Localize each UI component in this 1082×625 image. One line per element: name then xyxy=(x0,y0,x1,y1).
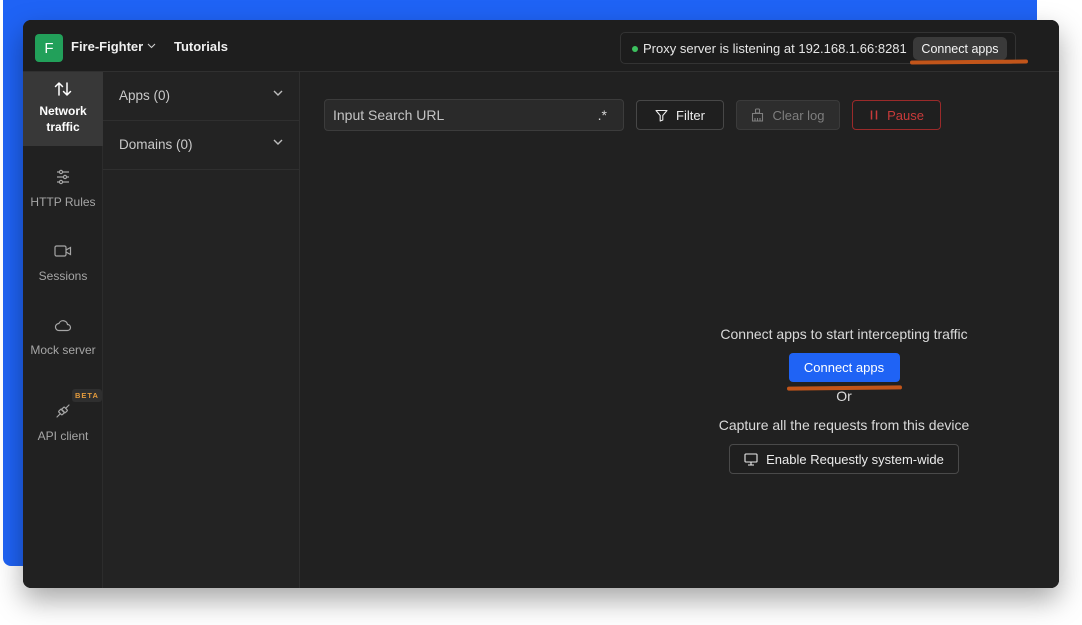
top-bar: F Fire-Fighter Tutorials Proxy server is… xyxy=(23,20,1059,72)
clear-log-button[interactable]: Clear log xyxy=(736,100,840,130)
regex-toggle-icon[interactable]: .* xyxy=(598,107,607,123)
search-url-input[interactable] xyxy=(325,100,585,130)
pause-label: Pause xyxy=(887,107,924,123)
sidebar-item-sessions[interactable]: Sessions xyxy=(23,240,103,284)
filter-button[interactable]: Filter xyxy=(636,100,724,130)
enable-system-wide-label: Enable Requestly system-wide xyxy=(766,451,944,467)
beta-badge: BETA xyxy=(72,389,102,402)
sidebar-item-label: HTTP Rules xyxy=(30,195,96,209)
domains-filter-accordion[interactable]: Domains (0) xyxy=(103,121,299,170)
chevron-down-icon xyxy=(147,41,156,52)
broom-icon xyxy=(752,108,764,122)
header-connect-apps-button[interactable]: Connect apps xyxy=(913,37,1007,60)
enable-system-wide-button[interactable]: Enable Requestly system-wide xyxy=(729,444,959,474)
cloud-icon xyxy=(54,314,72,336)
filters-panel: Apps (0) Domains (0) xyxy=(103,72,300,588)
apps-filter-label: Apps (0) xyxy=(119,88,171,103)
sidebar-item-label: Sessions xyxy=(38,269,88,283)
search-box: .* xyxy=(324,99,624,131)
status-dot-icon xyxy=(632,46,638,52)
pause-icon xyxy=(870,110,878,120)
sidebar-item-label: traffic xyxy=(46,120,80,134)
filter-icon xyxy=(655,109,668,122)
pause-button[interactable]: Pause xyxy=(852,100,941,130)
arrows-up-down-icon xyxy=(54,78,72,100)
network-traffic-main: .* Filter Clear log Pause Connect apps t… xyxy=(300,72,1059,588)
app-window: F Fire-Fighter Tutorials Proxy server is… xyxy=(23,20,1059,588)
capture-message: Capture all the requests from this devic… xyxy=(718,417,970,433)
sidebar-nav: Network traffic HTTP Rules Sessions Mock… xyxy=(23,72,103,588)
domains-filter-label: Domains (0) xyxy=(119,137,193,152)
chevron-down-icon xyxy=(273,90,283,96)
tutorials-link[interactable]: Tutorials xyxy=(174,39,228,54)
apps-filter-accordion[interactable]: Apps (0) xyxy=(103,72,299,121)
sidebar-item-mock-server[interactable]: Mock server xyxy=(23,314,103,358)
chevron-down-icon xyxy=(273,139,283,145)
workspace-switcher[interactable]: Fire-Fighter xyxy=(71,39,156,54)
desktop-icon xyxy=(744,452,758,466)
sidebar-item-network-traffic[interactable]: Network traffic xyxy=(23,72,103,146)
sidebar-item-label: API client xyxy=(37,429,89,443)
connect-apps-button[interactable]: Connect apps xyxy=(788,353,900,382)
sidebar-item-http-rules[interactable]: HTTP Rules xyxy=(23,166,103,210)
workspace-avatar[interactable]: F xyxy=(35,34,63,62)
sidebar-item-label: Network xyxy=(39,104,87,118)
plug-icon xyxy=(55,400,71,422)
video-camera-icon xyxy=(54,240,72,262)
empty-state-message: Connect apps to start intercepting traff… xyxy=(720,326,968,342)
clear-log-label: Clear log xyxy=(772,107,825,123)
proxy-status-text: Proxy server is listening at 192.168.1.6… xyxy=(643,41,907,56)
sidebar-item-label: Mock server xyxy=(30,343,96,357)
or-separator: Or xyxy=(836,388,852,404)
workspace-name: Fire-Fighter xyxy=(71,39,144,54)
filter-button-label: Filter xyxy=(676,107,705,123)
empty-state: Connect apps to start intercepting traff… xyxy=(689,326,999,474)
sidebar-item-api-client[interactable]: BETA API client xyxy=(23,386,103,444)
sliders-icon xyxy=(55,166,71,188)
